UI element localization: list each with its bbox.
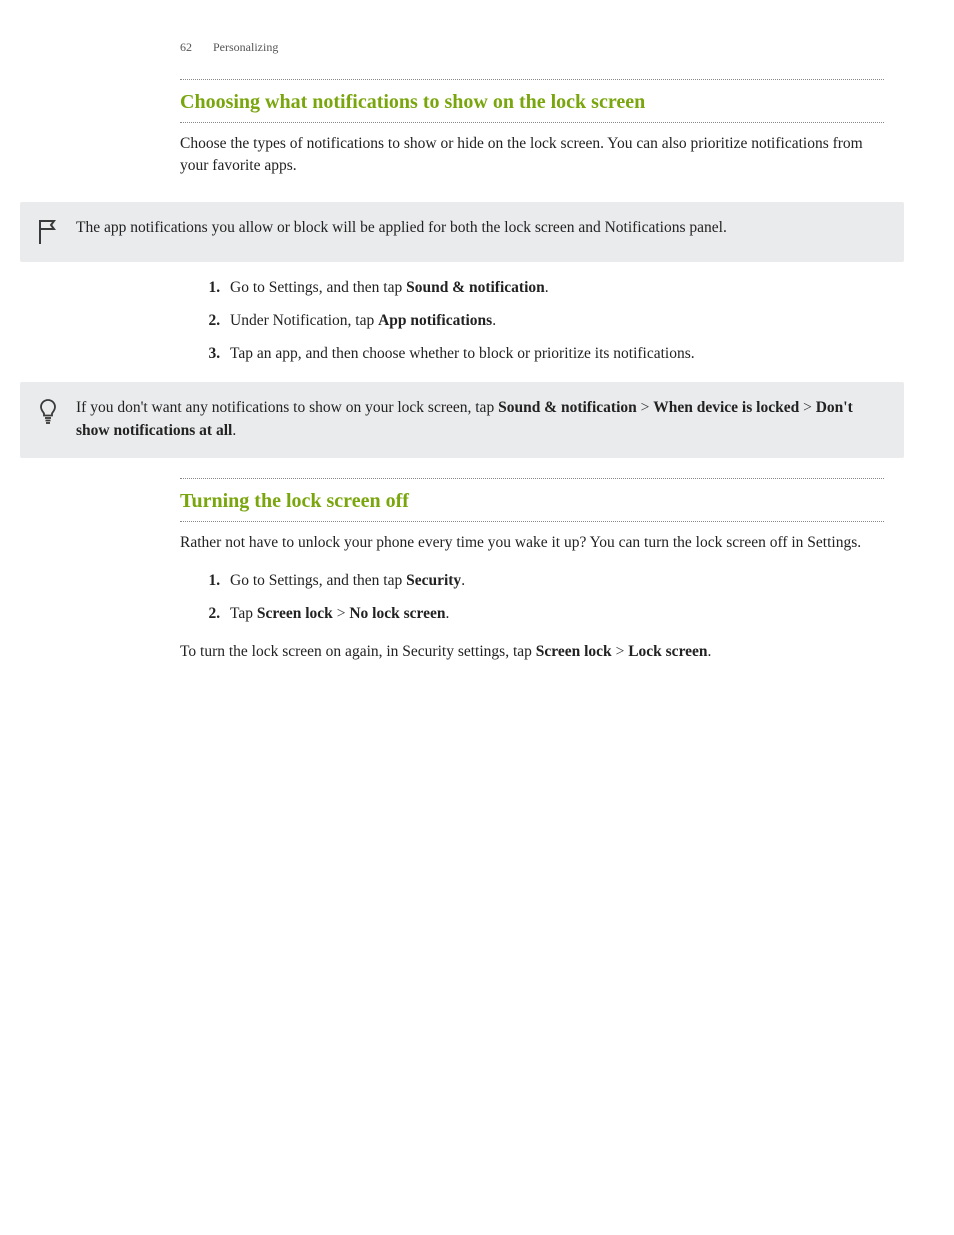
- intro-paragraph: Rather not have to unlock your phone eve…: [180, 532, 884, 554]
- divider: [180, 79, 884, 80]
- step-text: .: [545, 279, 549, 296]
- step-text: Go to Settings, and then tap: [230, 279, 406, 296]
- step-text: Under Notification, tap: [230, 312, 378, 329]
- note-text: The app notifications you allow or block…: [76, 216, 727, 239]
- step-text: Go to Settings, and then tap: [230, 572, 406, 589]
- step-item: Go to Settings, and then tap Security.: [224, 569, 884, 592]
- tip-callout: If you don't want any notifications to s…: [20, 382, 904, 459]
- section-notifications: Choosing what notifications to show on t…: [180, 79, 884, 178]
- ui-label: No lock screen: [349, 605, 445, 622]
- steps-block-1: Go to Settings, and then tap Sound & not…: [180, 276, 884, 366]
- step-text: .: [445, 605, 449, 622]
- page-number: 62: [180, 40, 210, 55]
- chapter-title: Personalizing: [213, 40, 278, 54]
- step-item: Tap Screen lock > No lock screen.: [224, 602, 884, 625]
- document-page: 62 Personalizing Choosing what notificat…: [0, 0, 954, 1235]
- step-item: Tap an app, and then choose whether to b…: [224, 342, 884, 365]
- ui-label: Sound & notification: [406, 279, 545, 296]
- ui-label: App notifications: [378, 312, 492, 329]
- ui-label: Lock screen: [628, 643, 707, 660]
- section-lockscreen-off: Turning the lock screen off Rather not h…: [180, 478, 884, 663]
- step-text: Tap: [230, 605, 257, 622]
- outro-paragraph: To turn the lock screen on again, in Sec…: [180, 641, 884, 663]
- flag-icon: [36, 218, 60, 246]
- divider: [180, 478, 884, 479]
- tip-fragment: If you don't want any notifications to s…: [76, 399, 498, 416]
- tip-fragment: .: [232, 422, 236, 439]
- text-fragment: .: [708, 643, 712, 660]
- ui-label: Security: [406, 572, 461, 589]
- running-header: 62 Personalizing: [180, 40, 894, 55]
- breadcrumb-separator: >: [637, 399, 654, 416]
- ordered-steps: Go to Settings, and then tap Sound & not…: [180, 276, 884, 366]
- breadcrumb-separator: >: [612, 643, 629, 660]
- step-text: .: [461, 572, 465, 589]
- step-text: Tap an app, and then choose whether to b…: [230, 345, 695, 362]
- text-fragment: To turn the lock screen on again, in Sec…: [180, 643, 536, 660]
- tip-text: If you don't want any notifications to s…: [76, 396, 888, 443]
- step-item: Go to Settings, and then tap Sound & not…: [224, 276, 884, 299]
- breadcrumb-separator: >: [333, 605, 350, 622]
- lightbulb-icon: [36, 398, 60, 426]
- ui-label: Screen lock: [536, 643, 612, 660]
- ui-label: Screen lock: [257, 605, 333, 622]
- divider: [180, 521, 884, 522]
- ui-label: Sound & notification: [498, 399, 637, 416]
- ui-label: When device is locked: [653, 399, 799, 416]
- breadcrumb-separator: >: [799, 399, 816, 416]
- ordered-steps: Go to Settings, and then tap Security. T…: [180, 569, 884, 626]
- divider: [180, 122, 884, 123]
- intro-paragraph: Choose the types of notifications to sho…: [180, 133, 884, 178]
- step-text: .: [492, 312, 496, 329]
- step-item: Under Notification, tap App notification…: [224, 309, 884, 332]
- note-callout: The app notifications you allow or block…: [20, 202, 904, 262]
- section-heading: Choosing what notifications to show on t…: [180, 90, 884, 114]
- section-heading: Turning the lock screen off: [180, 489, 884, 513]
